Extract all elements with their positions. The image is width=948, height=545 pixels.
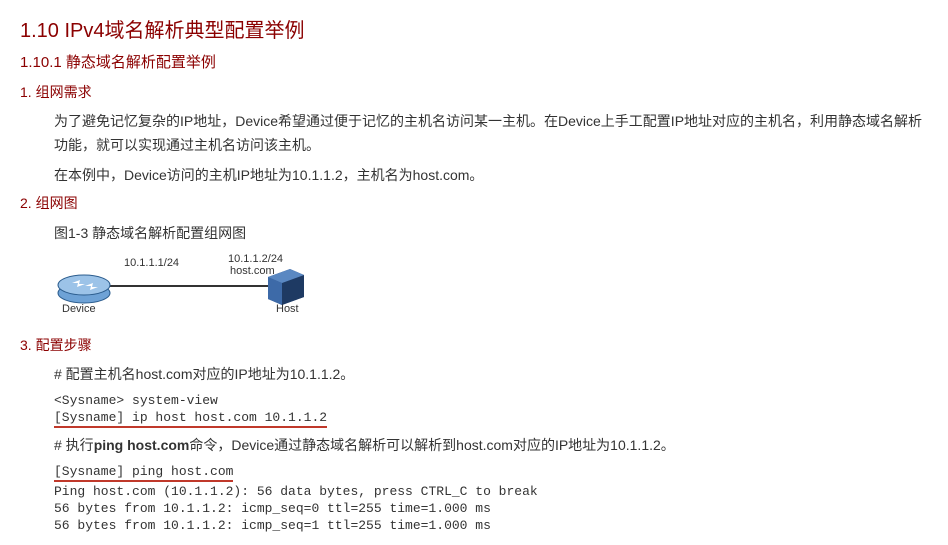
host-label: Host xyxy=(276,303,299,315)
cli-output-1: Ping host.com (10.1.1.2): 56 data bytes,… xyxy=(54,484,928,499)
step-desc-2c: 命令，Device通过静态域名解析可以解析到host.com对应的IP地址为10… xyxy=(189,437,674,453)
step-desc-1: # 配置主机名host.com对应的IP地址为10.1.1.2。 xyxy=(54,363,928,387)
cli-line-ip-host: [Sysname] ip host host.com 10.1.1.2 xyxy=(54,410,928,428)
cli-line-ping: [Sysname] ping host.com xyxy=(54,464,928,482)
subheading-diagram: 2. 组网图 xyxy=(20,193,928,213)
cli-underlined-1: [Sysname] ip host host.com 10.1.1.2 xyxy=(54,410,327,428)
device-label: Device xyxy=(62,303,96,315)
cli-output-3: 56 bytes from 10.1.1.2: icmp_seq=1 ttl=2… xyxy=(54,518,928,533)
section-title-1-10: 1.10 IPv4域名解析典型配置举例 xyxy=(20,14,928,43)
network-diagram: 10.1.1.1/24 10.1.1.2/24 host.com Device … xyxy=(54,251,354,321)
step-desc-2b: ping host.com xyxy=(94,437,190,453)
section-title-1-10-1: 1.10.1 静态域名解析配置举例 xyxy=(20,51,928,72)
cli-underlined-2: [Sysname] ping host.com xyxy=(54,464,233,482)
host-domain-label: host.com xyxy=(230,265,275,277)
network-link-line xyxy=(110,285,268,287)
figure-caption: 图1-3 静态域名解析配置组网图 xyxy=(54,223,928,243)
requirements-text-2: 在本例中，Device访问的主机IP地址为10.1.1.2，主机名为host.c… xyxy=(54,164,928,188)
device-ip-label: 10.1.1.1/24 xyxy=(124,257,179,269)
router-icon xyxy=(54,265,114,305)
host-ip-label: 10.1.1.2/24 xyxy=(228,253,283,265)
subheading-steps: 3. 配置步骤 xyxy=(20,335,928,355)
cli-output-2: 56 bytes from 10.1.1.2: icmp_seq=0 ttl=2… xyxy=(54,501,928,516)
step-desc-2a: # 执行 xyxy=(54,437,94,453)
subheading-requirements: 1. 组网需求 xyxy=(20,82,928,102)
step-desc-2: # 执行ping host.com命令，Device通过静态域名解析可以解析到h… xyxy=(54,434,928,458)
cli-line-system-view: <Sysname> system-view xyxy=(54,393,928,408)
requirements-text-1: 为了避免记忆复杂的IP地址，Device希望通过便于记忆的主机名访问某一主机。在… xyxy=(54,110,928,158)
